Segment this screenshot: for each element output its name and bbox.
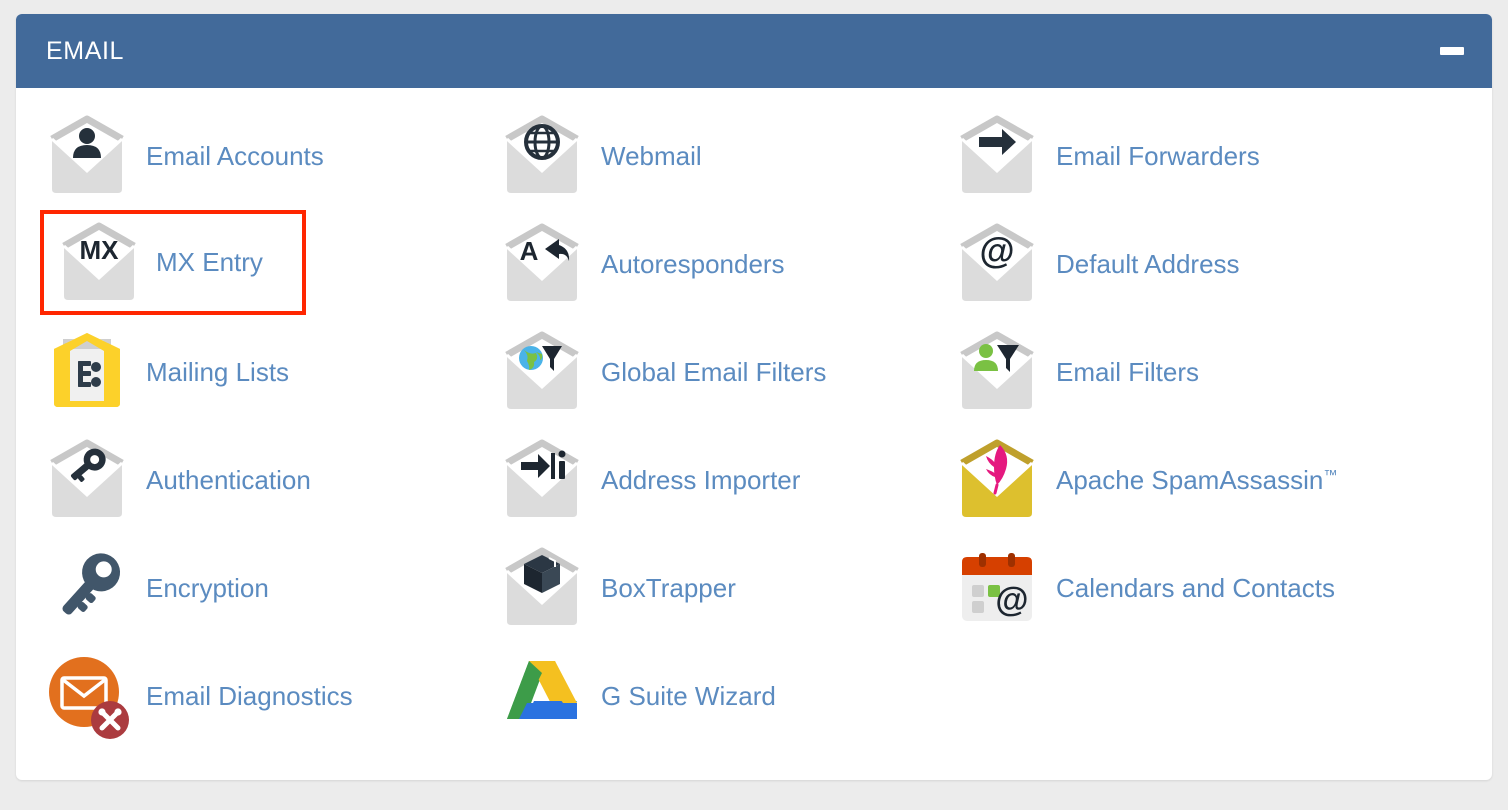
feature-email-forwarders[interactable]: Email Forwarders — [954, 102, 1409, 210]
minimize-icon[interactable] — [1440, 47, 1464, 55]
feature-autoresponders[interactable]: A Autoresponders — [499, 210, 954, 318]
feature-global-email-filters[interactable]: Global Email Filters — [499, 318, 954, 426]
gold-envelope-feather-icon — [954, 437, 1040, 523]
feature-calendars-and-contacts[interactable]: @ Calendars and Contacts — [954, 534, 1409, 642]
feature-label: Email Accounts — [146, 140, 324, 171]
feature-label: Autoresponders — [601, 248, 785, 279]
feature-label: Webmail — [601, 140, 702, 171]
envelope-import-icon — [499, 437, 585, 523]
feature-g-suite-wizard[interactable]: G Suite Wizard — [499, 642, 954, 750]
envelope-person-funnel-icon — [954, 329, 1040, 415]
envelope-at-icon: @ — [954, 221, 1040, 307]
page-title: EMAIL — [46, 36, 125, 65]
feature-label: MX Entry — [156, 247, 263, 278]
email-panel: EMAIL Email Accounts Webmail Email Forwa… — [16, 14, 1492, 780]
panel-header: EMAIL — [16, 14, 1492, 88]
feature-label: Apache SpamAssassin™ — [1056, 464, 1338, 495]
feature-label: BoxTrapper — [601, 572, 736, 603]
svg-text:MX: MX — [80, 235, 120, 265]
svg-text:@: @ — [979, 230, 1014, 271]
svg-text:A: A — [520, 236, 539, 266]
svg-text:@: @ — [995, 581, 1028, 619]
feature-label: Authentication — [146, 464, 311, 495]
envelope-globe-funnel-icon — [499, 329, 585, 415]
feature-label: Encryption — [146, 572, 269, 603]
yellow-envelope-list-icon — [44, 329, 130, 415]
calendar-at-icon: @ — [954, 545, 1040, 631]
feature-webmail[interactable]: Webmail — [499, 102, 954, 210]
feature-apache-spamassassin[interactable]: Apache SpamAssassin™ — [954, 426, 1409, 534]
feature-label: G Suite Wizard — [601, 680, 776, 711]
envelope-person-icon — [44, 113, 130, 199]
envelope-key-icon — [44, 437, 130, 523]
feature-label: Email Filters — [1056, 356, 1200, 387]
trademark-symbol: ™ — [1323, 466, 1338, 483]
feature-label: Calendars and Contacts — [1056, 572, 1335, 603]
envelope-mx-icon: MX — [56, 220, 142, 306]
feature-default-address[interactable]: @ Default Address — [954, 210, 1409, 318]
feature-label: Email Diagnostics — [146, 680, 353, 711]
feature-authentication[interactable]: Authentication — [44, 426, 499, 534]
email-feature-grid: Email Accounts Webmail Email Forwarders … — [16, 102, 1492, 750]
feature-label: Address Importer — [601, 464, 801, 495]
feature-label: Default Address — [1056, 248, 1240, 279]
feature-encryption[interactable]: Encryption — [44, 534, 499, 642]
feature-label: Mailing Lists — [146, 356, 290, 387]
feature-mx-entry[interactable]: MX MX Entry — [40, 210, 306, 315]
envelope-cube-icon — [499, 545, 585, 631]
envelope-arrow-right-icon — [954, 113, 1040, 199]
feature-mailing-lists[interactable]: Mailing Lists — [44, 318, 499, 426]
feature-email-filters[interactable]: Email Filters — [954, 318, 1409, 426]
envelope-a-reply-icon: A — [499, 221, 585, 307]
feature-boxtrapper[interactable]: BoxTrapper — [499, 534, 954, 642]
feature-email-accounts[interactable]: Email Accounts — [44, 102, 499, 210]
feature-address-importer[interactable]: Address Importer — [499, 426, 954, 534]
envelope-globe-icon — [499, 113, 585, 199]
feature-email-diagnostics[interactable]: Email Diagnostics — [44, 642, 499, 750]
google-drive-icon — [499, 653, 585, 739]
feature-label: Global Email Filters — [601, 356, 827, 387]
feature-label: Email Forwarders — [1056, 140, 1260, 171]
panel-body: Email Accounts Webmail Email Forwarders … — [16, 88, 1492, 750]
key-icon — [44, 545, 130, 631]
orange-envelope-tools-icon — [44, 653, 130, 739]
